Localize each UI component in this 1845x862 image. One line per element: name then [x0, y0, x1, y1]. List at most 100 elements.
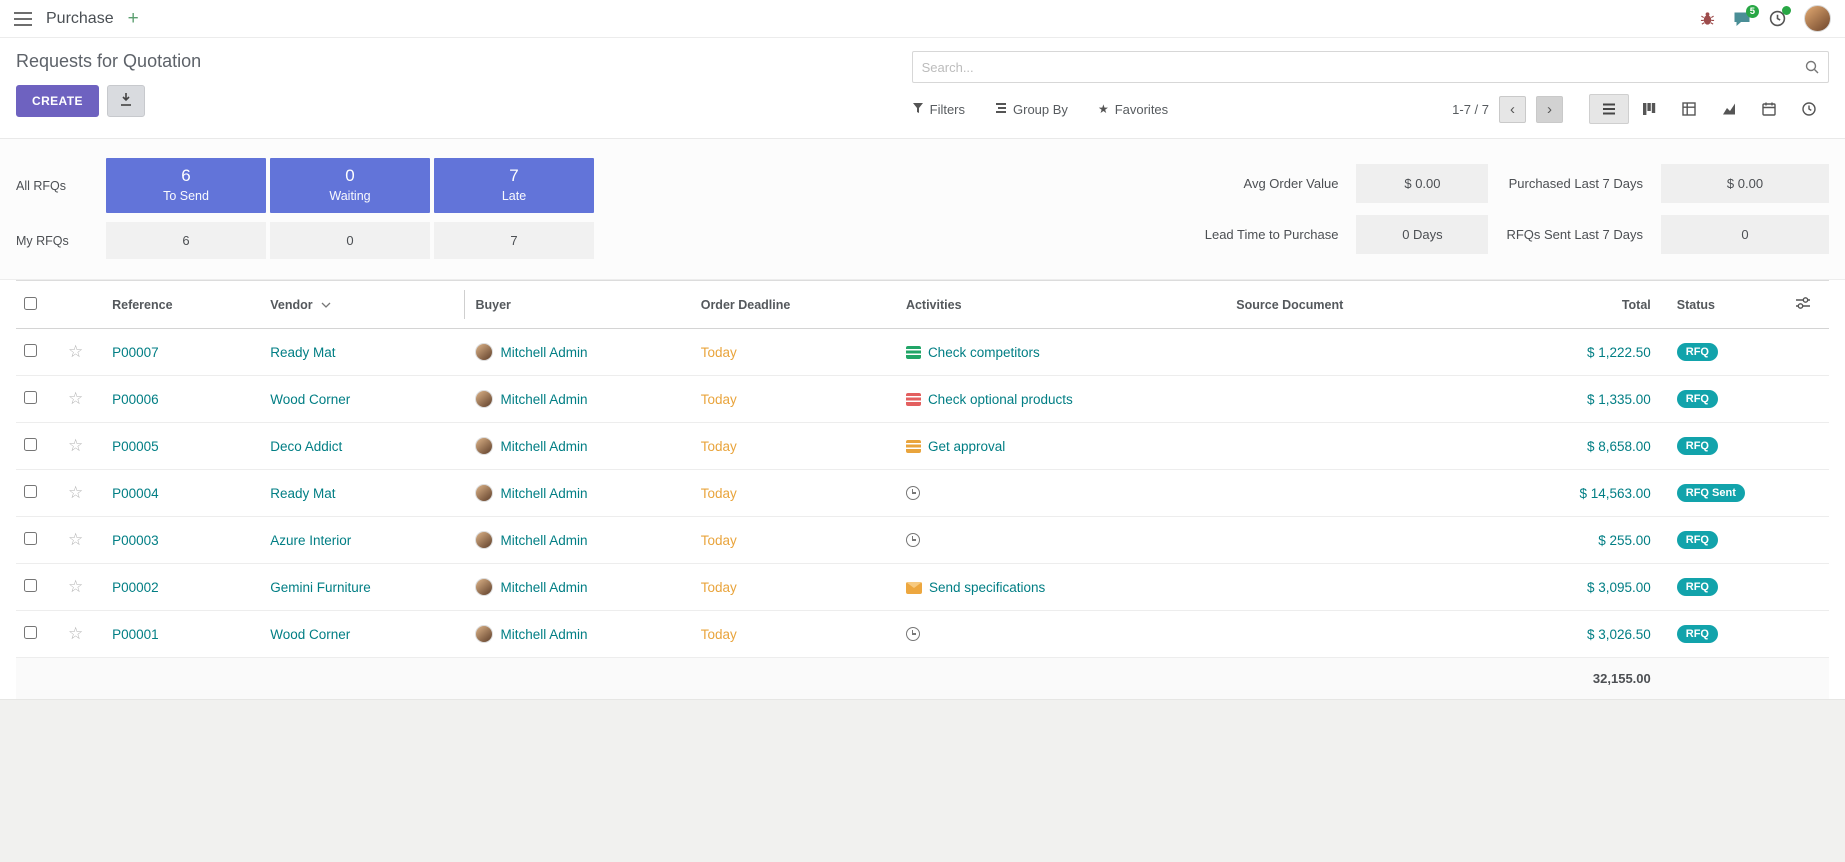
purchased-last-7-days[interactable]: $ 0.00: [1661, 164, 1829, 203]
buyer-link[interactable]: Mitchell Admin: [500, 533, 587, 548]
rfq-table-row[interactable]: ☆ P00005 Deco Addict Mitchell Admin Toda…: [16, 423, 1829, 470]
activity-icon[interactable]: [906, 533, 920, 547]
rfq-reference-link[interactable]: P00004: [112, 486, 159, 501]
buyer-link[interactable]: Mitchell Admin: [500, 439, 587, 454]
vendor-link[interactable]: Ready Mat: [270, 486, 335, 501]
view-calendar-button[interactable]: [1749, 94, 1789, 124]
debug-bug-icon[interactable]: [1700, 11, 1715, 26]
rfq-reference-link[interactable]: P00006: [112, 392, 159, 407]
rfq-table-row[interactable]: ☆ P00007 Ready Mat Mitchell Admin Today …: [16, 329, 1829, 376]
pager: 1-7 / 7 ‹ ›: [1452, 96, 1563, 123]
export-button[interactable]: [107, 85, 145, 117]
view-list-button[interactable]: [1589, 94, 1629, 124]
vendor-link[interactable]: Wood Corner: [270, 392, 350, 407]
activity-label[interactable]: Get approval: [928, 439, 1005, 454]
rfq-table-row[interactable]: ☆ P00003 Azure Interior Mitchell Admin T…: [16, 517, 1829, 564]
favorite-star-icon[interactable]: ☆: [68, 577, 83, 596]
col-header-activities[interactable]: Activities: [898, 281, 1228, 329]
col-header-buyer[interactable]: Buyer: [467, 281, 692, 329]
control-panel: Requests for Quotation CREATE: [0, 38, 1845, 139]
vendor-link[interactable]: Deco Addict: [270, 439, 342, 454]
pager-next-button[interactable]: ›: [1536, 96, 1563, 123]
my-to-send-count[interactable]: 6: [106, 222, 266, 259]
activity-icon[interactable]: [906, 627, 920, 641]
col-header-status[interactable]: Status: [1669, 281, 1787, 329]
col-header-vendor[interactable]: Vendor: [262, 281, 467, 329]
col-header-source-document[interactable]: Source Document: [1228, 281, 1488, 329]
lead-time-value[interactable]: 0 Days: [1356, 215, 1488, 254]
tile-late[interactable]: 7 Late: [434, 158, 594, 213]
row-select-checkbox[interactable]: [24, 344, 37, 357]
menu-toggle-icon[interactable]: [14, 12, 32, 26]
pager-range: 1-7 / 7: [1452, 102, 1489, 117]
row-select-checkbox[interactable]: [24, 485, 37, 498]
view-activity-button[interactable]: [1789, 94, 1829, 124]
rfq-table-row[interactable]: ☆ P00002 Gemini Furniture Mitchell Admin…: [16, 564, 1829, 611]
group-by-button[interactable]: Group By: [995, 102, 1068, 117]
create-button[interactable]: CREATE: [16, 85, 99, 117]
messages-icon[interactable]: 5: [1733, 11, 1751, 27]
rfq-reference-link[interactable]: P00003: [112, 533, 159, 548]
rfq-table-row[interactable]: ☆ P00006 Wood Corner Mitchell Admin Toda…: [16, 376, 1829, 423]
rfq-reference-link[interactable]: P00001: [112, 627, 159, 642]
col-header-reference[interactable]: Reference: [104, 281, 262, 329]
tile-waiting[interactable]: 0 Waiting: [270, 158, 430, 213]
rfq-table-row[interactable]: ☆ P00004 Ready Mat Mitchell Admin Today …: [16, 470, 1829, 517]
user-avatar[interactable]: [1804, 5, 1831, 32]
favorites-button[interactable]: ★ Favorites: [1098, 102, 1168, 117]
activity-icon[interactable]: [906, 486, 920, 500]
search-options: Filters Group By ★ Favorites: [912, 102, 1169, 117]
row-select-checkbox[interactable]: [24, 438, 37, 451]
optional-columns-icon[interactable]: [1795, 300, 1811, 314]
activity-label[interactable]: Check optional products: [928, 392, 1073, 407]
favorite-star-icon[interactable]: ☆: [68, 624, 83, 643]
row-select-checkbox[interactable]: [24, 532, 37, 545]
buyer-link[interactable]: Mitchell Admin: [500, 345, 587, 360]
row-select-checkbox[interactable]: [24, 626, 37, 639]
rfq-reference-link[interactable]: P00005: [112, 439, 159, 454]
filters-button[interactable]: Filters: [912, 102, 965, 117]
activity-icon[interactable]: [906, 346, 921, 359]
app-menu-purchase[interactable]: Purchase: [46, 10, 114, 28]
activities-clock-icon[interactable]: [1769, 10, 1786, 27]
vendor-link[interactable]: Wood Corner: [270, 627, 350, 642]
select-all-checkbox[interactable]: [24, 297, 37, 310]
buyer-link[interactable]: Mitchell Admin: [500, 486, 587, 501]
buyer-link[interactable]: Mitchell Admin: [500, 392, 587, 407]
row-select-checkbox[interactable]: [24, 391, 37, 404]
vendor-link[interactable]: Gemini Furniture: [270, 580, 371, 595]
buyer-link[interactable]: Mitchell Admin: [500, 580, 587, 595]
add-tab-icon[interactable]: +: [128, 9, 139, 28]
search-input[interactable]: [912, 51, 1829, 83]
my-late-count[interactable]: 7: [434, 222, 594, 259]
pager-previous-button[interactable]: ‹: [1499, 96, 1526, 123]
tile-to-send[interactable]: 6 To Send: [106, 158, 266, 213]
search-icon[interactable]: [1804, 59, 1820, 80]
my-waiting-count[interactable]: 0: [270, 222, 430, 259]
favorite-star-icon[interactable]: ☆: [68, 530, 83, 549]
row-select-checkbox[interactable]: [24, 579, 37, 592]
total-amount: $ 1,335.00: [1587, 392, 1651, 407]
vendor-link[interactable]: Ready Mat: [270, 345, 335, 360]
favorite-star-icon[interactable]: ☆: [68, 483, 83, 502]
rfq-reference-link[interactable]: P00002: [112, 580, 159, 595]
activity-label[interactable]: Send specifications: [929, 580, 1045, 595]
view-graph-button[interactable]: [1709, 94, 1749, 124]
favorite-star-icon[interactable]: ☆: [68, 342, 83, 361]
view-kanban-button[interactable]: [1629, 94, 1669, 124]
buyer-link[interactable]: Mitchell Admin: [500, 627, 587, 642]
rfq-reference-link[interactable]: P00007: [112, 345, 159, 360]
rfq-table-row[interactable]: ☆ P00001 Wood Corner Mitchell Admin Toda…: [16, 611, 1829, 658]
col-header-total[interactable]: Total: [1489, 281, 1669, 329]
rfqs-sent-last-7-days[interactable]: 0: [1661, 215, 1829, 254]
avg-order-value[interactable]: $ 0.00: [1356, 164, 1488, 203]
activity-icon[interactable]: [906, 393, 921, 406]
col-header-order-deadline[interactable]: Order Deadline: [693, 281, 898, 329]
favorite-star-icon[interactable]: ☆: [68, 436, 83, 455]
favorite-star-icon[interactable]: ☆: [68, 389, 83, 408]
view-pivot-button[interactable]: [1669, 94, 1709, 124]
vendor-link[interactable]: Azure Interior: [270, 533, 351, 548]
activity-label[interactable]: Check competitors: [928, 345, 1040, 360]
activity-icon[interactable]: [906, 582, 922, 594]
activity-icon[interactable]: [906, 440, 921, 453]
